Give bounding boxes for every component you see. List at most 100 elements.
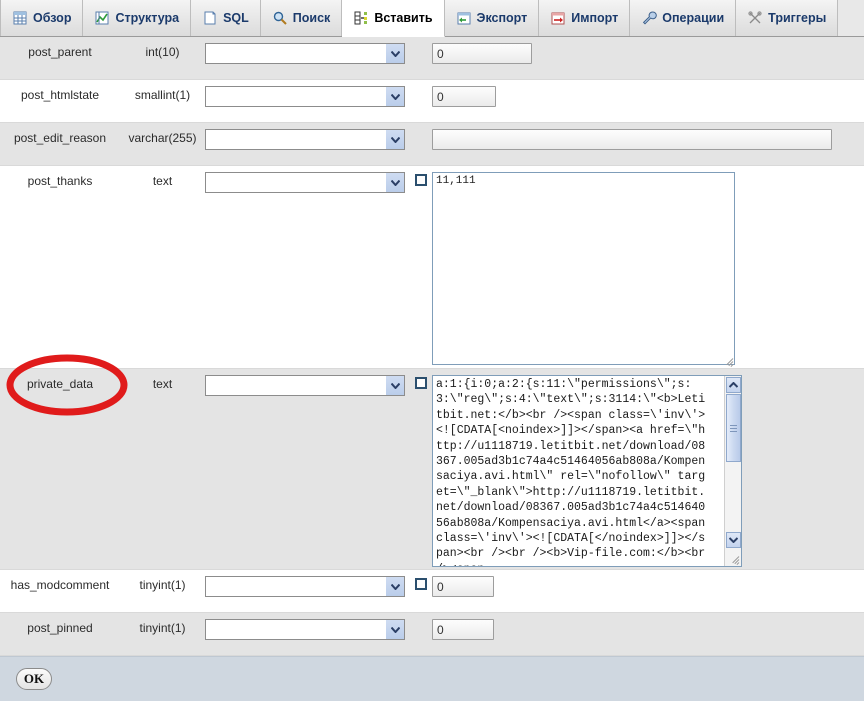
- tab-label: Вставить: [374, 11, 433, 25]
- function-select-has_modcomment[interactable]: [205, 576, 405, 597]
- export-icon: [456, 10, 472, 26]
- textarea-scrollbar[interactable]: [724, 376, 741, 566]
- value-input-post_edit_reason[interactable]: [432, 129, 832, 150]
- tab-6-export[interactable]: Экспорт: [444, 0, 540, 36]
- value-input-post_parent[interactable]: [432, 43, 532, 64]
- value-textarea-wrapper: [432, 172, 735, 368]
- tab-2-structure[interactable]: Структура: [83, 0, 192, 36]
- tab-label: Операции: [662, 11, 725, 25]
- column-name-label: post_edit_reason: [13, 131, 107, 145]
- tab-label: Импорт: [571, 11, 619, 25]
- value-textarea-wrapper: [432, 375, 742, 567]
- value-cell: [432, 37, 864, 64]
- value-input-has_modcomment[interactable]: [432, 576, 494, 597]
- column-type-label: varchar(255): [128, 131, 197, 145]
- function-select-post_thanks[interactable]: [205, 172, 405, 193]
- null-cell: [410, 123, 432, 131]
- value-cell: [432, 613, 864, 640]
- column-name-label: post_pinned: [27, 621, 93, 635]
- form-row-post_edit_reason: post_edit_reason varchar(255): [0, 123, 864, 166]
- value-textarea-post_thanks[interactable]: [432, 172, 735, 365]
- function-select-private_data[interactable]: [205, 375, 405, 396]
- wrench-icon: [641, 10, 658, 26]
- scroll-down-icon[interactable]: [726, 532, 741, 548]
- tab-label: Экспорт: [476, 11, 528, 25]
- column-name-label: has_modcomment: [10, 578, 110, 592]
- scroll-up-icon[interactable]: [726, 377, 741, 393]
- search-icon: [272, 10, 288, 26]
- tab-7-import[interactable]: Импорт: [539, 0, 631, 36]
- function-select-post_parent[interactable]: [205, 43, 405, 64]
- column-name-label: post_parent: [28, 45, 92, 59]
- function-select-wrapper: [205, 43, 405, 64]
- value-cell: [432, 166, 864, 368]
- function-select-wrapper: [205, 129, 405, 150]
- function-cell: [205, 369, 410, 396]
- function-select-wrapper: [205, 375, 405, 396]
- null-cell: [410, 369, 432, 391]
- sql-page-icon: [202, 10, 218, 26]
- column-name-label: private_data: [26, 377, 94, 391]
- tab-label: Структура: [115, 11, 180, 25]
- column-type-label: int(10): [145, 45, 180, 59]
- tab-4-search[interactable]: Поиск: [260, 0, 343, 36]
- form-row-private_data: private_data text: [0, 369, 864, 570]
- import-icon: [550, 10, 566, 26]
- function-cell: [205, 166, 410, 193]
- function-cell: [205, 37, 410, 64]
- form-row-post_htmlstate: post_htmlstate smallint(1): [0, 80, 864, 123]
- function-select-post_edit_reason[interactable]: [205, 129, 405, 150]
- column-name-label: post_htmlstate: [20, 88, 100, 102]
- tab-label: Поиск: [292, 11, 331, 25]
- null-cell: [410, 166, 432, 188]
- tab-9-triggers[interactable]: Триггеры: [736, 0, 839, 36]
- column-name-label: post_thanks: [27, 174, 93, 188]
- value-cell: [432, 123, 864, 150]
- form-row-has_modcomment: has_modcomment tinyint(1): [0, 570, 864, 613]
- null-cell: [410, 37, 432, 45]
- tab-1-browse-table[interactable]: Обзор: [0, 0, 84, 36]
- navigation-tab-bar: Обзор Структура SQL Поиск Вставить Экспорт Имп…: [0, 0, 864, 37]
- value-textarea-private_data[interactable]: [433, 376, 710, 566]
- value-cell: [432, 369, 864, 567]
- triggers-icon: [747, 10, 763, 26]
- insert-row-form: post_parent int(10) post_htmlstate smallint…: [0, 37, 864, 701]
- null-checkbox-has_modcomment[interactable]: [415, 578, 427, 590]
- tab-8-wrench[interactable]: Операции: [630, 0, 737, 36]
- column-type-label: smallint(1): [134, 88, 191, 102]
- value-input-post_pinned[interactable]: [432, 619, 494, 640]
- tab-3-sql-page[interactable]: SQL: [191, 0, 261, 36]
- function-select-wrapper: [205, 576, 405, 597]
- tab-label: Обзор: [33, 11, 72, 25]
- form-row-post_parent: post_parent int(10): [0, 37, 864, 80]
- function-cell: [205, 613, 410, 640]
- insert-row-icon: [353, 10, 369, 26]
- tab-5-insert-row[interactable]: Вставить: [342, 0, 445, 37]
- function-cell: [205, 80, 410, 107]
- browse-table-icon: [12, 10, 28, 26]
- form-row-post_thanks: post_thanks text: [0, 166, 864, 369]
- function-cell: [205, 123, 410, 150]
- function-select-post_htmlstate[interactable]: [205, 86, 405, 107]
- value-input-post_htmlstate[interactable]: [432, 86, 496, 107]
- form-row-post_pinned: post_pinned tinyint(1): [0, 613, 864, 656]
- column-type-label: text: [152, 377, 173, 391]
- function-select-wrapper: [205, 86, 405, 107]
- value-cell: [432, 80, 864, 107]
- null-checkbox-post_thanks[interactable]: [415, 174, 427, 186]
- structure-icon: [94, 10, 110, 26]
- function-select-wrapper: [205, 172, 405, 193]
- function-select-post_pinned[interactable]: [205, 619, 405, 640]
- tab-label: SQL: [223, 11, 249, 25]
- column-type-label: text: [152, 174, 173, 188]
- scrollbar-thumb[interactable]: [726, 394, 741, 462]
- form-footer: OK: [0, 656, 864, 701]
- null-cell: [410, 80, 432, 88]
- null-checkbox-private_data[interactable]: [415, 377, 427, 389]
- ok-submit-button[interactable]: OK: [16, 668, 52, 690]
- column-type-label: tinyint(1): [139, 621, 186, 635]
- null-cell: [410, 570, 432, 592]
- column-type-label: tinyint(1): [139, 578, 186, 592]
- function-cell: [205, 570, 410, 597]
- function-select-wrapper: [205, 619, 405, 640]
